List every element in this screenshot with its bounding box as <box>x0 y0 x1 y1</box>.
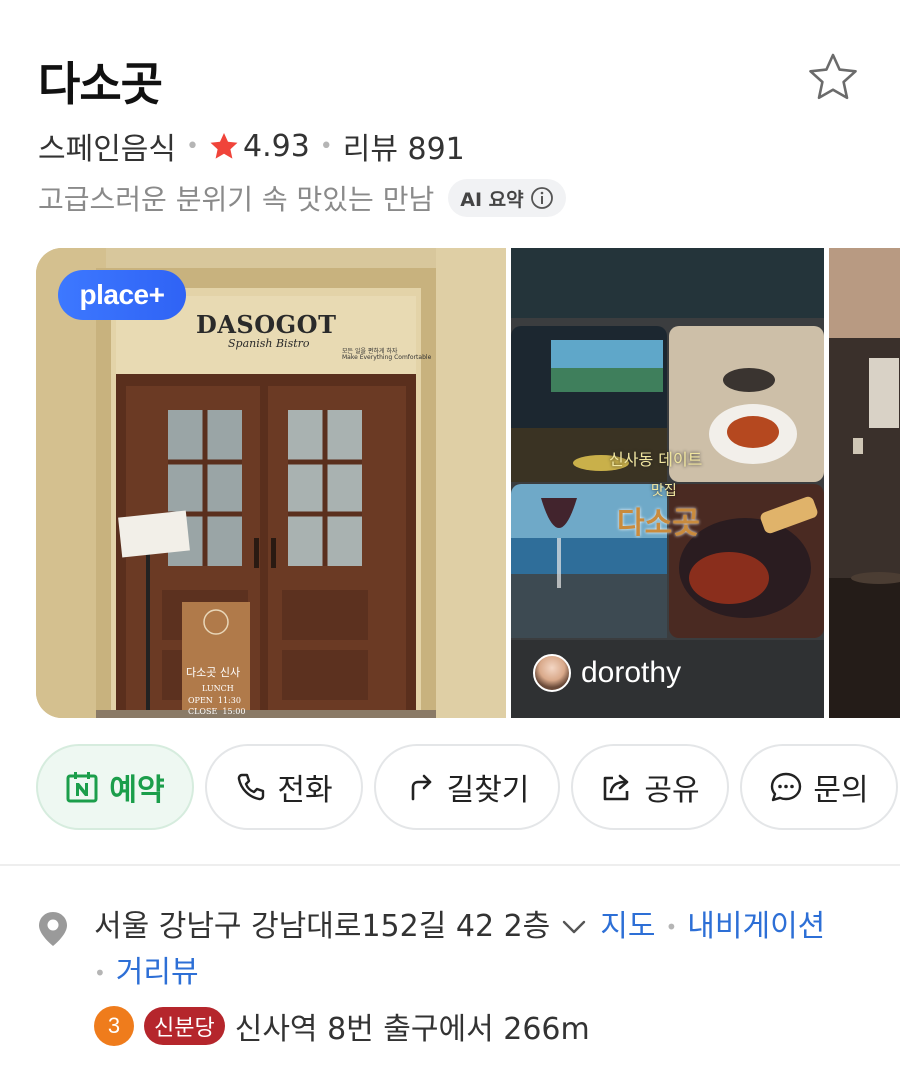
navigation-link[interactable]: 내비게이션 <box>687 904 825 950</box>
separator-dot: • <box>94 961 106 985</box>
street-view-link[interactable]: 거리뷰 <box>116 950 199 996</box>
reserve-button[interactable]: 예약 <box>36 744 194 830</box>
collage-caption: 맛집 <box>651 483 677 499</box>
address-text: 서울 강남구 강남대로152길 42 2층 <box>94 909 551 944</box>
subway-line-3-badge: 3 <box>94 1006 134 1046</box>
board-line: OPEN 11:30 <box>188 696 241 705</box>
review-photo[interactable]: 신사동 데이트 맛집 다소곳 dorothy <box>511 248 824 718</box>
interior-illustration <box>829 248 900 718</box>
chat-bubble-icon <box>769 770 803 804</box>
summary-text: 고급스러운 분위기 속 맛있는 만남 <box>38 183 435 216</box>
phone-icon <box>235 771 267 803</box>
call-button[interactable]: 전화 <box>205 744 363 830</box>
place-title: 다소곳 <box>38 57 163 111</box>
place-meta: 스페인음식 • 4.93 • 리뷰 891 <box>38 124 465 168</box>
collage-caption: 신사동 데이트 <box>609 450 703 469</box>
rating-star-icon <box>209 131 239 161</box>
section-divider <box>0 864 900 866</box>
call-label: 전화 <box>277 773 333 808</box>
sign-title: DASOGOT <box>196 310 337 339</box>
transit-info: 3 신분당 신사역 8번 출구에서 266m <box>94 1004 590 1048</box>
photo-gallery[interactable]: place+ DASOGOT Spanish Bistro 모든 일을 편하게 … <box>36 248 900 718</box>
review-count-link[interactable]: 리뷰 891 <box>343 124 465 168</box>
sign-small-text: Make Everything Comfortable <box>342 354 432 361</box>
directions-arrow-icon <box>405 771 437 803</box>
info-icon <box>530 186 554 210</box>
category-label: 스페인음식 <box>38 132 176 167</box>
photo-author[interactable]: dorothy <box>533 654 681 692</box>
action-bar: 예약 전화 길찾기 공유 문의 <box>36 744 900 830</box>
ai-summary: 고급스러운 분위기 속 맛있는 만남 AI 요약 <box>38 178 566 218</box>
address-section: 서울 강남구 강남대로152길 42 2층 지도 • 내비게이션 • 거리뷰 <box>36 904 876 996</box>
station-distance: 신사역 8번 출구에서 266m <box>234 1012 590 1047</box>
chevron-down-icon[interactable] <box>560 913 588 941</box>
inquiry-label: 문의 <box>813 773 869 808</box>
star-outline-icon <box>809 53 857 100</box>
collage-caption: 다소곳 <box>617 506 700 541</box>
sign-subtitle: Spanish Bistro <box>228 337 310 350</box>
rating-value: 4.93 <box>242 128 310 164</box>
separator-dot: • <box>186 133 199 159</box>
separator-dot: • <box>319 133 333 159</box>
interior-photo[interactable] <box>829 248 900 718</box>
naver-booking-icon <box>65 770 99 804</box>
storefront-photo[interactable]: place+ DASOGOT Spanish Bistro 모든 일을 편하게 … <box>36 248 506 718</box>
inquiry-button[interactable]: 문의 <box>740 744 898 830</box>
share-icon <box>600 770 634 804</box>
shinbundang-line-badge: 신분당 <box>144 1007 225 1045</box>
avatar <box>533 654 571 692</box>
bookmark-button[interactable] <box>806 50 860 104</box>
board-line: CLOSE 15:00 <box>188 707 246 716</box>
place-plus-badge: place+ <box>58 270 186 320</box>
author-name: dorothy <box>581 656 682 689</box>
directions-button[interactable]: 길찾기 <box>374 744 560 830</box>
separator-dot: • <box>665 915 678 939</box>
share-label: 공유 <box>644 773 700 808</box>
directions-label: 길찾기 <box>446 773 530 808</box>
share-button[interactable]: 공유 <box>571 744 729 830</box>
map-link[interactable]: 지도 <box>600 904 655 950</box>
board-line: LUNCH <box>202 684 234 693</box>
reserve-label: 예약 <box>109 773 165 808</box>
location-pin-icon <box>36 910 70 962</box>
ai-badge-label: AI 요약 <box>460 188 524 211</box>
ai-summary-badge[interactable]: AI 요약 <box>448 179 566 217</box>
board-title: 다소곳 신사 <box>186 666 241 679</box>
